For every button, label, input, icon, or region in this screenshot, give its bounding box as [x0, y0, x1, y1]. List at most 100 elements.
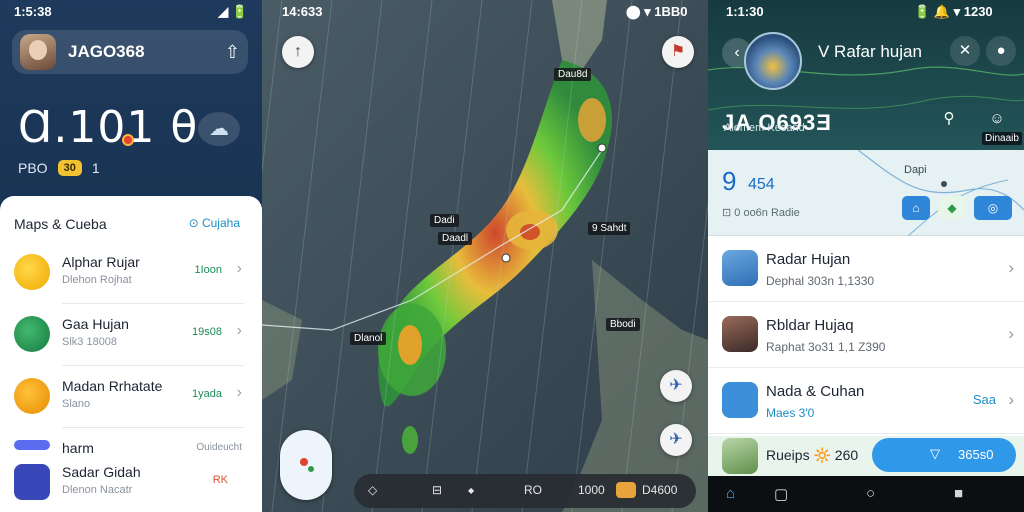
toolbar-label[interactable]: RO: [524, 483, 542, 497]
header-area: 1:1:30 🔋 🔔 ▾ 1230 ‹ V Rafar hujan ✕ ● ⚲ …: [708, 0, 1024, 150]
chevron-right-icon: ›: [236, 322, 242, 339]
home-icon[interactable]: ⌂: [902, 196, 930, 220]
list-item[interactable]: Radar Hujan Dephal 303n 1,1330 ›: [708, 236, 1024, 302]
chevron-right-icon: ›: [1008, 390, 1014, 409]
gallery-icon[interactable]: ⊟: [432, 483, 442, 497]
status-icons: ⬤ ▾ 1BB0: [626, 4, 688, 19]
home-nav-icon[interactable]: ⌂: [726, 485, 735, 502]
avatar[interactable]: [20, 34, 56, 70]
app-icon: [14, 254, 50, 290]
username: JAGO368: [68, 42, 145, 61]
promo-button[interactable]: ▽ 365s0: [872, 438, 1016, 472]
radar-detail-screen: 1:1:30 🔋 🔔 ▾ 1230 ‹ V Rafar hujan ✕ ● ⚲ …: [708, 0, 1024, 512]
system-nav-bar: ⌂ ▢ ○ ■: [708, 476, 1024, 512]
map-toolbar: ◇ ⊟ ◆ RO 1000 D4600: [354, 474, 696, 508]
shield-icon[interactable]: ◆: [938, 196, 966, 220]
item-title: Radar Hujan: [766, 251, 851, 268]
item-title: Nada & Cuhan: [766, 383, 865, 400]
summary-label: PBO: [18, 160, 48, 176]
diamond-icon: ◆: [468, 486, 475, 495]
item-subtitle: Raphat 3o31 1,1 Z390: [766, 340, 886, 354]
summary-badge: 30: [57, 160, 82, 176]
item-subtitle: Slano: [62, 398, 91, 410]
radar-map[interactable]: [262, 0, 708, 512]
app-icon: [14, 440, 50, 450]
list-item[interactable]: Rbldar Hujaq Raphat 3o31 1,1 Z390 ›: [708, 302, 1024, 368]
app-icon: [14, 464, 50, 500]
cloud-icon[interactable]: ☁: [198, 112, 240, 146]
chevron-right-icon: ›: [1008, 258, 1014, 277]
item-title: Rbldar Hujaq: [766, 317, 854, 334]
red-dot-icon: [300, 458, 308, 466]
profile-icon[interactable]: ☺: [982, 104, 1012, 134]
toolbar-count: D4600: [642, 483, 678, 497]
item-subtitle: Dlenon Nacatr: [62, 484, 133, 496]
promo-text: Rueips 🔆 260: [766, 447, 859, 463]
route-icon[interactable]: ✈: [660, 424, 692, 456]
search-icon[interactable]: ⚲: [934, 104, 964, 134]
overview-square-icon[interactable]: ■: [954, 485, 963, 502]
status-time: 1:1:30: [726, 4, 764, 19]
share-icon[interactable]: ⇧: [225, 42, 240, 63]
weather-home-screen: 1:5:38 ◢ 🔋 JAGO368 ⇧ Ɑ.101 θ ☁ PBO 30 1 …: [0, 0, 262, 512]
locate-icon[interactable]: ✈: [660, 370, 692, 402]
status-icons: ◢ 🔋: [218, 4, 248, 19]
map-label[interactable]: Dau8d: [554, 68, 592, 81]
avatar[interactable]: [744, 32, 802, 90]
shield-icon: ▽: [930, 446, 940, 461]
item-value: Ouideucht: [196, 442, 242, 453]
status-icons: 🔋 🔔 ▾ 1230: [914, 4, 993, 19]
shield-icon[interactable]: ◇: [368, 483, 377, 497]
map-value: 9: [722, 166, 737, 196]
list-item[interactable]: Sadar Gidah Dlenon Nacatr RK: [14, 458, 244, 506]
map-value-secondary: 454: [748, 176, 775, 193]
list-item[interactable]: Gaa Hujan Slk3 18008 19s08 ›: [14, 310, 244, 366]
location-fab[interactable]: [280, 430, 332, 500]
green-dot-icon: [308, 466, 314, 472]
item-value: 1yada: [192, 388, 222, 400]
layers-icon[interactable]: ⚑: [662, 36, 694, 68]
mini-map-card[interactable]: 9 454 ⊡ 0 oo6n Radie Dapi ⌂ ◆ ◎: [708, 150, 1024, 236]
main-reading: Ɑ.101 θ: [18, 102, 199, 153]
user-icon[interactable]: ●: [986, 36, 1016, 66]
app-icon: [14, 378, 50, 414]
location-pin-icon: [122, 134, 134, 146]
promo-banner[interactable]: Rueips 🔆 260 ▽ 365s0: [708, 436, 1024, 476]
item-title: Madan Rrhatate: [62, 378, 163, 394]
map-label[interactable]: Bbodi: [606, 318, 640, 331]
map-label[interactable]: Daadl: [438, 232, 473, 245]
item-title: Gaa Hujan: [62, 316, 129, 332]
list-item[interactable]: Madan Rrhatate Slano 1yada ›: [14, 372, 244, 428]
list-item[interactable]: harm Ouideucht: [14, 434, 244, 458]
compass-icon[interactable]: ↑: [282, 36, 314, 68]
app-icon: [14, 316, 50, 352]
item-subtitle: Slk3 18008: [62, 336, 118, 348]
weather-badge-icon: [616, 482, 636, 498]
toggle-icon[interactable]: ◎: [974, 196, 1012, 220]
promo-avatar: [722, 438, 758, 474]
section-title: Maps & Cueba: [14, 216, 107, 232]
map-label[interactable]: Dadi: [430, 214, 459, 227]
tools-icon[interactable]: ✕: [950, 36, 980, 66]
status-time: 1:5:38: [14, 4, 52, 19]
home-circle-icon[interactable]: ○: [866, 485, 875, 502]
item-title: Sadar Gidah: [62, 464, 141, 480]
promo-button-label: 365s0: [958, 447, 994, 462]
item-subtitle: Dlehon Rojhat: [62, 274, 132, 286]
chevron-right-icon: ›: [236, 260, 242, 277]
app-icon: [722, 250, 758, 286]
item-value: RK: [212, 474, 228, 486]
list-item[interactable]: Alphar Rujar Dlehon Rojhat 1Ioon ›: [14, 248, 244, 304]
headline-sub: Alemem Kesand: [724, 122, 805, 134]
map-tag: Dinaaib: [982, 132, 1022, 145]
recent-apps-icon[interactable]: ▢: [774, 485, 788, 503]
app-icon: [722, 382, 758, 418]
profile-card[interactable]: JAGO368 ⇧: [12, 30, 248, 74]
toolbar-value: 1000: [578, 483, 605, 497]
item-value: 19s08: [192, 326, 222, 338]
screenshot-collage: 1:5:38 ◢ 🔋 JAGO368 ⇧ Ɑ.101 θ ☁ PBO 30 1 …: [0, 0, 1024, 512]
list-item[interactable]: Nada & Cuhan Maes 3'0 Saa ›: [708, 368, 1024, 434]
section-link[interactable]: ⊙ Cujaha: [189, 216, 240, 230]
map-label[interactable]: Dlanol: [350, 332, 387, 345]
map-label[interactable]: 9 Sahdt: [588, 222, 631, 235]
